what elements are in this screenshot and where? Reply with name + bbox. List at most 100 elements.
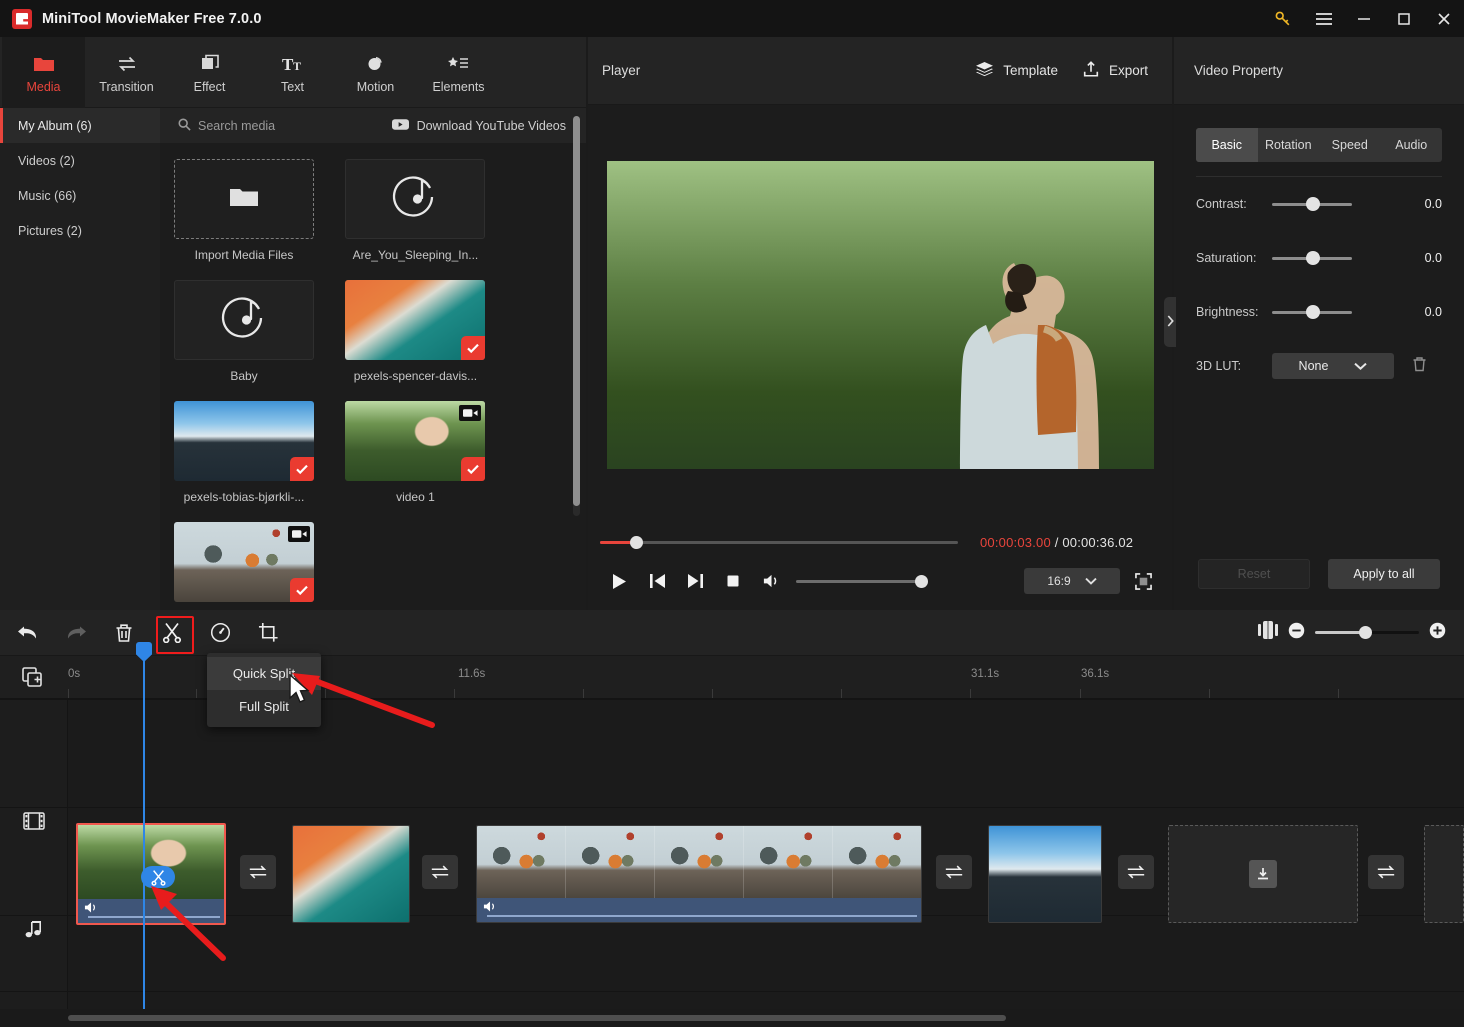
slider-handle[interactable] — [1306, 196, 1320, 211]
split-button[interactable] — [152, 610, 194, 656]
media-item-city[interactable]: pexels-spencer-davis... — [345, 280, 500, 383]
video-preview[interactable] — [606, 161, 1154, 469]
contrast-row: Contrast: 0.0 — [1174, 177, 1464, 231]
transition-4[interactable] — [1118, 855, 1154, 889]
tab-label: Audio — [1395, 138, 1428, 152]
crop-button[interactable] — [248, 610, 288, 656]
slider-handle[interactable] — [1306, 250, 1320, 265]
zoom-handle[interactable] — [1359, 625, 1372, 639]
transition-5[interactable] — [1368, 855, 1404, 889]
playhead[interactable] — [136, 642, 152, 1009]
selected-check-icon[interactable] — [290, 457, 314, 481]
contrast-slider[interactable] — [1272, 196, 1352, 211]
key-icon[interactable] — [1260, 0, 1304, 37]
close-icon[interactable] — [1424, 0, 1464, 37]
media-item-audio-2[interactable]: Baby — [174, 280, 329, 383]
music-note-icon[interactable] — [22, 917, 46, 941]
sidebar-item-my-album[interactable]: My Album (6) — [0, 108, 160, 143]
timeline-scrollbar-thumb[interactable] — [68, 1015, 1006, 1021]
tab-elements[interactable]: Elements — [417, 37, 500, 108]
import-media-files-tile[interactable]: Import Media Files — [174, 159, 329, 262]
media-item-video-1[interactable]: video 1 — [345, 401, 500, 504]
ruler-mark — [1338, 689, 1339, 698]
clip-balloons[interactable] — [476, 825, 922, 923]
selected-check-icon[interactable] — [461, 457, 486, 481]
undo-button[interactable] — [8, 610, 48, 656]
slider-handle[interactable] — [1306, 304, 1320, 319]
skip-back-icon[interactable] — [638, 562, 676, 600]
stop-icon[interactable] — [714, 562, 752, 600]
download-youtube-videos-button[interactable]: Download YouTube Videos — [391, 118, 566, 134]
trash-icon[interactable] — [1412, 356, 1427, 377]
export-button[interactable]: Export — [1082, 60, 1148, 81]
volume-handle[interactable] — [915, 574, 928, 588]
tab-speed[interactable]: Speed — [1319, 128, 1381, 162]
time-separator: / — [1054, 534, 1059, 550]
aspect-ratio-select[interactable]: 16:9 — [1024, 568, 1120, 594]
timeline-zoom-slider[interactable] — [1315, 625, 1419, 639]
saturation-slider[interactable] — [1272, 250, 1352, 265]
tab-motion-label: Motion — [356, 79, 395, 94]
transition-1[interactable] — [240, 855, 276, 889]
volume-icon[interactable] — [84, 901, 99, 919]
tab-rotation[interactable]: Rotation — [1258, 128, 1320, 162]
timeline-horizontal-scrollbar[interactable] — [0, 1009, 1464, 1027]
tab-text[interactable]: T T Text — [251, 37, 334, 108]
split-point-badge[interactable] — [141, 866, 175, 888]
clip-partial[interactable] — [1424, 825, 1464, 923]
media-scrollbar[interactable] — [573, 116, 580, 516]
track-gutter — [0, 699, 68, 1009]
sidebar-item-music[interactable]: Music (66) — [0, 178, 160, 213]
skip-forward-icon[interactable] — [676, 562, 714, 600]
media-item-balloons[interactable] — [174, 522, 329, 602]
selected-check-icon[interactable] — [461, 336, 486, 360]
reset-button[interactable]: Reset — [1198, 559, 1310, 589]
add-media-icon[interactable] — [22, 667, 42, 692]
sidebar-item-label: Videos (2) — [18, 153, 75, 168]
volume-icon[interactable] — [752, 562, 790, 600]
redo-button[interactable] — [56, 610, 96, 656]
play-icon[interactable] — [600, 562, 638, 600]
seek-slider[interactable] — [600, 535, 958, 549]
hamburger-menu-icon[interactable] — [1304, 0, 1344, 37]
tab-transition[interactable]: Transition — [85, 37, 168, 108]
volume-slider[interactable] — [796, 574, 928, 588]
film-icon[interactable] — [22, 809, 46, 833]
brightness-slider[interactable] — [1272, 304, 1352, 319]
media-item-audio-1[interactable]: Are_You_Sleeping_In... — [345, 159, 500, 262]
media-item-lake[interactable]: pexels-tobias-bjørkli-... — [174, 401, 329, 504]
collapse-panel-button[interactable] — [1164, 297, 1176, 347]
fullscreen-icon[interactable] — [1126, 564, 1160, 598]
menu-item-label: Quick Split — [232, 666, 296, 681]
sidebar-item-pictures[interactable]: Pictures (2) — [0, 213, 160, 248]
tab-motion[interactable]: Motion — [334, 37, 417, 108]
clip-city[interactable] — [292, 825, 410, 923]
transition-3[interactable] — [936, 855, 972, 889]
apply-to-all-button[interactable]: Apply to all — [1328, 559, 1440, 589]
transition-2[interactable] — [422, 855, 458, 889]
tab-basic[interactable]: Basic — [1196, 128, 1258, 162]
media-scrollbar-thumb[interactable] — [573, 116, 580, 506]
selected-check-icon[interactable] — [290, 578, 314, 602]
timeline-tracks — [0, 699, 1464, 1009]
video-track-area[interactable] — [68, 699, 1464, 1009]
tab-effect[interactable]: Effect — [168, 37, 251, 108]
zoom-in-icon[interactable] — [1429, 622, 1446, 644]
chevron-down-icon — [1085, 574, 1097, 588]
clip-placeholder[interactable] — [1168, 825, 1358, 923]
zoom-out-icon[interactable] — [1288, 622, 1305, 644]
fit-timeline-icon[interactable] — [1258, 621, 1278, 644]
sidebar-item-videos[interactable]: Videos (2) — [0, 143, 160, 178]
clip-lake[interactable] — [988, 825, 1102, 923]
tab-audio[interactable]: Audio — [1381, 128, 1443, 162]
seek-handle[interactable] — [630, 535, 643, 549]
lut-select[interactable]: None — [1272, 353, 1394, 379]
minimize-icon[interactable] — [1344, 0, 1384, 37]
ruler-tick-1: 11.6s — [458, 668, 486, 680]
template-button[interactable]: Template — [975, 61, 1058, 80]
tab-media[interactable]: Media — [2, 36, 85, 108]
search-input[interactable]: Search media — [178, 118, 275, 134]
volume-icon[interactable] — [483, 900, 498, 918]
maximize-icon[interactable] — [1384, 0, 1424, 37]
speed-button[interactable] — [200, 610, 240, 656]
